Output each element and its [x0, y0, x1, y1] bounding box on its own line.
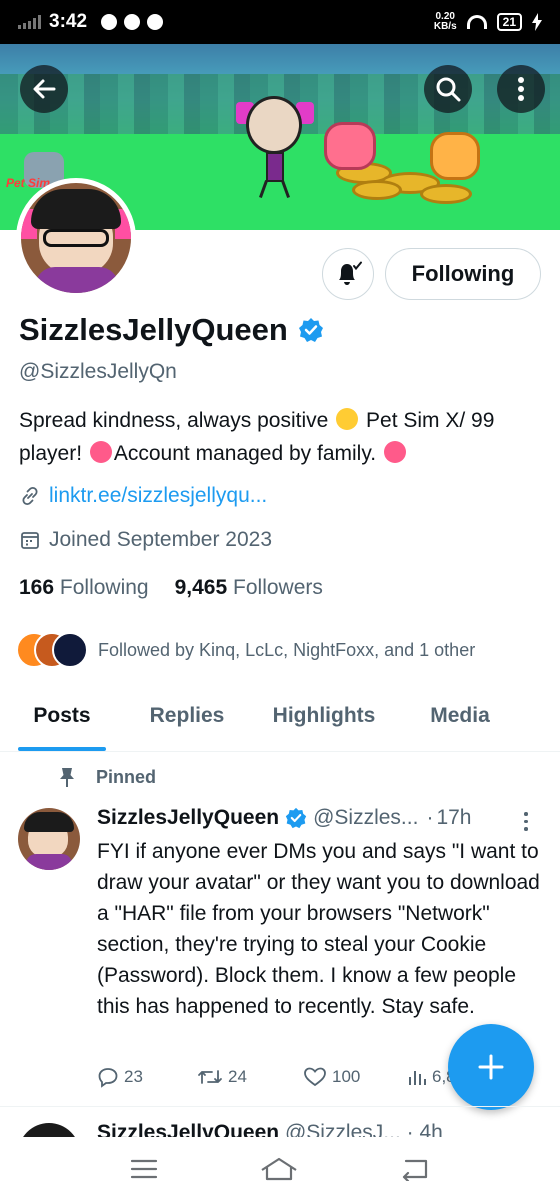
post-separator: · [426, 806, 434, 829]
home-icon[interactable] [259, 1156, 299, 1182]
next-post-header: SizzlesJellyQueen @SizzlesJ... · 4h [97, 1121, 443, 1137]
profile-joined-row: Joined September 2023 [19, 528, 272, 552]
profile-link[interactable]: linktr.ee/sizzlesjellyqu... [49, 484, 267, 508]
charging-icon [532, 13, 542, 31]
profile-name-row: SizzlesJellyQueen [19, 312, 324, 348]
discord-icon [101, 14, 118, 30]
more-options-button[interactable] [497, 65, 545, 113]
back-nav-icon[interactable] [400, 1157, 430, 1181]
verified-badge-icon [285, 807, 307, 829]
profile-bio: Spread kindness, always positive Pet Sim… [19, 408, 495, 465]
followed-by-row[interactable]: Followed by Kinq, LcLc, NightFoxx, and 1… [16, 632, 475, 668]
profile-link-row: linktr.ee/sizzlesjellyqu... [19, 484, 267, 508]
following-count-link[interactable]: 166 Following [19, 576, 149, 600]
spotify-icon [124, 14, 141, 30]
tab-media[interactable]: Media [398, 690, 522, 751]
post-author-avatar[interactable] [18, 808, 80, 870]
network-speed: 0.20 KB/s [433, 11, 457, 32]
profile-handle: @SizzlesJellyQn [19, 360, 177, 383]
back-button[interactable] [20, 65, 68, 113]
orange-pet-image [430, 132, 480, 180]
post-actions: 23 24 100 6,8 [97, 1066, 456, 1088]
status-bar: 3:42 0.20 KB/s 21 [0, 0, 560, 44]
like-button[interactable]: 100 [303, 1066, 407, 1088]
follower-avatars [16, 632, 88, 668]
post-header: SizzlesJellyQueen @Sizzles... · 17h [97, 806, 537, 830]
compose-post-button[interactable] [448, 1024, 534, 1110]
search-icon [436, 77, 461, 102]
post-text: FYI if anyone ever DMs you and says "I w… [97, 840, 540, 1018]
profile-display-name: SizzlesJellyQueen [19, 312, 288, 347]
smiling-hearts-emoji-icon [89, 441, 112, 463]
leaf-app-icon [147, 14, 164, 30]
pink-pet-image [324, 122, 376, 170]
reply-button[interactable]: 23 [97, 1066, 197, 1088]
next-post-preview[interactable]: SizzlesJellyQueen @SizzlesJ... · 4h [0, 1107, 560, 1137]
followed-by-text: Followed by Kinq, LcLc, NightFoxx, and 1… [98, 639, 476, 660]
wifi-icon [466, 15, 487, 29]
grinning-emoji-icon [336, 408, 359, 430]
reply-icon [98, 1068, 118, 1088]
post-author-name[interactable]: SizzlesJellyQueen [97, 806, 279, 830]
smiling-hearts-emoji-icon [383, 441, 406, 463]
avatar [52, 632, 88, 668]
repost-icon [198, 1070, 222, 1084]
tab-posts[interactable]: Posts [0, 690, 124, 751]
profile-avatar[interactable] [16, 178, 136, 298]
pin-icon [60, 768, 74, 787]
more-vertical-icon [521, 812, 531, 831]
search-button[interactable] [424, 65, 472, 113]
battery-icon: 21 [496, 13, 522, 31]
link-icon [22, 486, 38, 506]
bell-check-icon [339, 261, 362, 285]
views-chart-icon [409, 1071, 426, 1085]
notifications-bell-button[interactable] [322, 248, 374, 300]
arrow-left-icon [33, 79, 56, 99]
plus-icon [478, 1054, 504, 1080]
tab-replies[interactable]: Replies [124, 690, 250, 751]
recent-apps-icon[interactable] [130, 1158, 158, 1180]
post-time[interactable]: 17h [436, 806, 471, 830]
repost-button[interactable]: 24 [197, 1066, 303, 1088]
following-button[interactable]: Following [385, 248, 541, 300]
post-author-handle[interactable]: @Sizzles... [313, 806, 418, 830]
calendar-icon [21, 532, 39, 549]
profile-tabs: Posts Replies Highlights Media [0, 690, 560, 752]
system-navigation-bar [0, 1137, 560, 1200]
stick-figure-image [246, 96, 302, 154]
more-vertical-icon [518, 77, 524, 101]
post-author-avatar[interactable] [18, 1123, 80, 1137]
verified-badge-icon[interactable] [298, 317, 324, 343]
pinned-label: Pinned [58, 766, 156, 788]
heart-icon [304, 1067, 326, 1087]
followers-count-link[interactable]: 9,465 Followers [175, 576, 323, 600]
follow-counts: 166 Following 9,465 Followers [19, 576, 323, 600]
signal-icon [18, 15, 41, 29]
status-time: 3:42 [49, 11, 88, 32]
joined-date: Joined September 2023 [49, 528, 272, 551]
post-more-button[interactable] [521, 812, 531, 834]
tab-highlights[interactable]: Highlights [250, 690, 398, 751]
active-tab-indicator [18, 747, 106, 751]
